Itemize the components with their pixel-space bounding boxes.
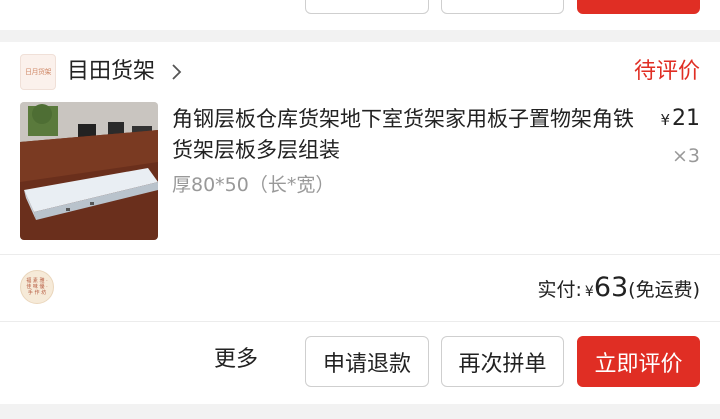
previous-order-primary-button[interactable] <box>577 0 700 14</box>
divider <box>0 321 720 322</box>
avatar-text: 福 素 雅 · 佳 味 優 · 手 作 坊 <box>26 278 48 296</box>
paid-label: 实付: <box>537 279 582 301</box>
product-spec: 厚80*50（长*宽） <box>172 174 335 196</box>
store-header[interactable]: 日月货架 目田货架 待评价 <box>0 42 720 100</box>
store-logo: 日月货架 <box>20 54 56 90</box>
paid-total: 实付: ¥63(免运费) <box>537 272 700 308</box>
previous-order-actions <box>0 0 720 30</box>
product-image[interactable] <box>20 102 158 240</box>
currency-symbol: ¥ <box>584 284 594 300</box>
order-card: 日月货架 目田货架 待评价 角钢层板仓库货架地下室货架家用板子置物架角铁货架层板… <box>0 42 720 404</box>
request-refund-button[interactable]: 申请退款 <box>305 336 429 387</box>
product-quantity: ×3 <box>671 145 700 167</box>
product-title[interactable]: 角钢层板仓库货架地下室货架家用板子置物架角铁货架层板多层组装 <box>172 104 642 166</box>
order-status: 待评价 <box>633 59 700 84</box>
previous-order-button[interactable] <box>441 0 564 14</box>
currency-symbol: ¥ <box>660 111 670 129</box>
review-now-button[interactable]: 立即评价 <box>577 336 700 387</box>
product-price: ¥21 <box>660 106 700 133</box>
reorder-group-buy-button[interactable]: 再次拼单 <box>441 336 564 387</box>
store-logo-text: 日月货架 <box>25 68 52 76</box>
store-name[interactable]: 目田货架 <box>67 58 155 86</box>
paid-amount: 63 <box>593 272 629 303</box>
chevron-right-icon <box>172 64 182 80</box>
shipping-note: (免运费) <box>628 279 700 301</box>
product-price-value: 21 <box>672 106 700 131</box>
divider <box>0 254 720 255</box>
more-link[interactable]: 更多 <box>214 345 258 375</box>
previous-order-button[interactable] <box>305 0 429 14</box>
avatar: 福 素 雅 · 佳 味 優 · 手 作 坊 <box>20 270 54 304</box>
